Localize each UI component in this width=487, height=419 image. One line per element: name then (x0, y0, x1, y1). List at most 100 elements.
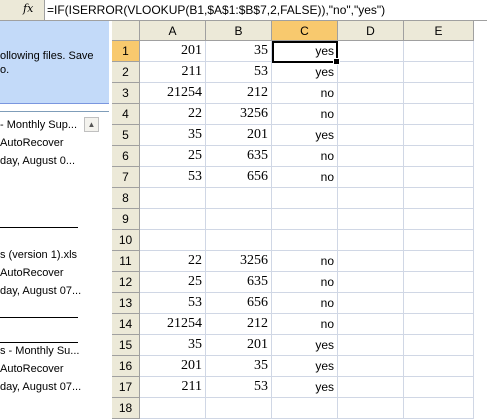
cell-c7[interactable]: no (272, 167, 338, 188)
cell-d8[interactable] (338, 188, 404, 209)
row-header[interactable]: 15 (112, 335, 140, 356)
cell-e3[interactable] (404, 83, 474, 104)
cell-e18[interactable] (404, 398, 474, 419)
row-header[interactable]: 5 (112, 125, 140, 146)
row-header[interactable]: 17 (112, 377, 140, 398)
cell-a10[interactable] (140, 230, 206, 251)
cell-e5[interactable] (404, 125, 474, 146)
cell-a18[interactable] (140, 398, 206, 419)
cell-e17[interactable] (404, 377, 474, 398)
cell-d1[interactable] (338, 41, 404, 62)
cell-e13[interactable] (404, 293, 474, 314)
cell-e2[interactable] (404, 62, 474, 83)
cell-d17[interactable] (338, 377, 404, 398)
row-header[interactable]: 18 (112, 398, 140, 419)
cell-d3[interactable] (338, 83, 404, 104)
cell-e4[interactable] (404, 104, 474, 125)
cell-c11[interactable]: no (272, 251, 338, 272)
insert-function-icon[interactable]: fx (23, 2, 33, 15)
cell-a17[interactable]: 211 (140, 377, 206, 398)
cell-e10[interactable] (404, 230, 474, 251)
cell-d18[interactable] (338, 398, 404, 419)
cell-a9[interactable] (140, 209, 206, 230)
row-header[interactable]: 14 (112, 314, 140, 335)
row-header[interactable]: 2 (112, 62, 140, 83)
cell-c13[interactable]: no (272, 293, 338, 314)
cell-b17[interactable]: 53 (206, 377, 272, 398)
cell-a5[interactable]: 35 (140, 125, 206, 146)
cell-c17[interactable]: yes (272, 377, 338, 398)
cell-b1[interactable]: 35 (206, 41, 272, 62)
cell-a15[interactable]: 35 (140, 335, 206, 356)
row-header[interactable]: 7 (112, 167, 140, 188)
cell-d9[interactable] (338, 209, 404, 230)
cell-b15[interactable]: 201 (206, 335, 272, 356)
cell-d13[interactable] (338, 293, 404, 314)
cell-b3[interactable]: 212 (206, 83, 272, 104)
cell-c5[interactable]: yes (272, 125, 338, 146)
cell-a13[interactable]: 53 (140, 293, 206, 314)
cell-b11[interactable]: 3256 (206, 251, 272, 272)
cell-d7[interactable] (338, 167, 404, 188)
cell-b2[interactable]: 53 (206, 62, 272, 83)
cell-b12[interactable]: 635 (206, 272, 272, 293)
cell-d6[interactable] (338, 146, 404, 167)
cell-c16[interactable]: yes (272, 356, 338, 377)
cell-d16[interactable] (338, 356, 404, 377)
cell-e6[interactable] (404, 146, 474, 167)
row-header[interactable]: 12 (112, 272, 140, 293)
cell-d14[interactable] (338, 314, 404, 335)
row-header[interactable]: 11 (112, 251, 140, 272)
cell-d15[interactable] (338, 335, 404, 356)
cell-a11[interactable]: 22 (140, 251, 206, 272)
cell-b13[interactable]: 656 (206, 293, 272, 314)
cell-c15[interactable]: yes (272, 335, 338, 356)
cell-d2[interactable] (338, 62, 404, 83)
cell-e14[interactable] (404, 314, 474, 335)
row-header[interactable]: 8 (112, 188, 140, 209)
row-header[interactable]: 6 (112, 146, 140, 167)
cell-b5[interactable]: 201 (206, 125, 272, 146)
cell-d5[interactable] (338, 125, 404, 146)
cell-c9[interactable] (272, 209, 338, 230)
fill-handle[interactable] (333, 58, 340, 65)
cell-e16[interactable] (404, 356, 474, 377)
cell-c1[interactable]: yes (272, 41, 338, 62)
cell-b14[interactable]: 212 (206, 314, 272, 335)
cell-c4[interactable]: no (272, 104, 338, 125)
cell-a12[interactable]: 25 (140, 272, 206, 293)
cell-b10[interactable] (206, 230, 272, 251)
cell-c8[interactable] (272, 188, 338, 209)
cell-a4[interactable]: 22 (140, 104, 206, 125)
formula-input[interactable]: =IF(ISERROR(VLOOKUP(B1,$A$1:$B$7,2,FALSE… (44, 0, 487, 20)
row-header[interactable]: 16 (112, 356, 140, 377)
column-header-a[interactable]: A (140, 21, 206, 41)
cell-c18[interactable] (272, 398, 338, 419)
cell-a6[interactable]: 25 (140, 146, 206, 167)
cell-e15[interactable] (404, 335, 474, 356)
cell-c12[interactable]: no (272, 272, 338, 293)
cell-c14[interactable]: no (272, 314, 338, 335)
cell-a16[interactable]: 201 (140, 356, 206, 377)
select-all-corner[interactable] (112, 21, 140, 41)
cell-c2[interactable]: yes (272, 62, 338, 83)
cell-a8[interactable] (140, 188, 206, 209)
cell-d4[interactable] (338, 104, 404, 125)
cell-b7[interactable]: 656 (206, 167, 272, 188)
row-header[interactable]: 3 (112, 83, 140, 104)
column-header-e[interactable]: E (404, 21, 474, 41)
cell-e1[interactable] (404, 41, 474, 62)
cell-c10[interactable] (272, 230, 338, 251)
cell-a2[interactable]: 211 (140, 62, 206, 83)
cell-a1[interactable]: 201 (140, 41, 206, 62)
row-header[interactable]: 10 (112, 230, 140, 251)
cell-c6[interactable]: no (272, 146, 338, 167)
cell-b4[interactable]: 3256 (206, 104, 272, 125)
cell-a14[interactable]: 21254 (140, 314, 206, 335)
cell-b6[interactable]: 635 (206, 146, 272, 167)
cell-b8[interactable] (206, 188, 272, 209)
row-header[interactable]: 9 (112, 209, 140, 230)
cell-e11[interactable] (404, 251, 474, 272)
cell-c3[interactable]: no (272, 83, 338, 104)
row-header[interactable]: 1 (112, 41, 140, 62)
